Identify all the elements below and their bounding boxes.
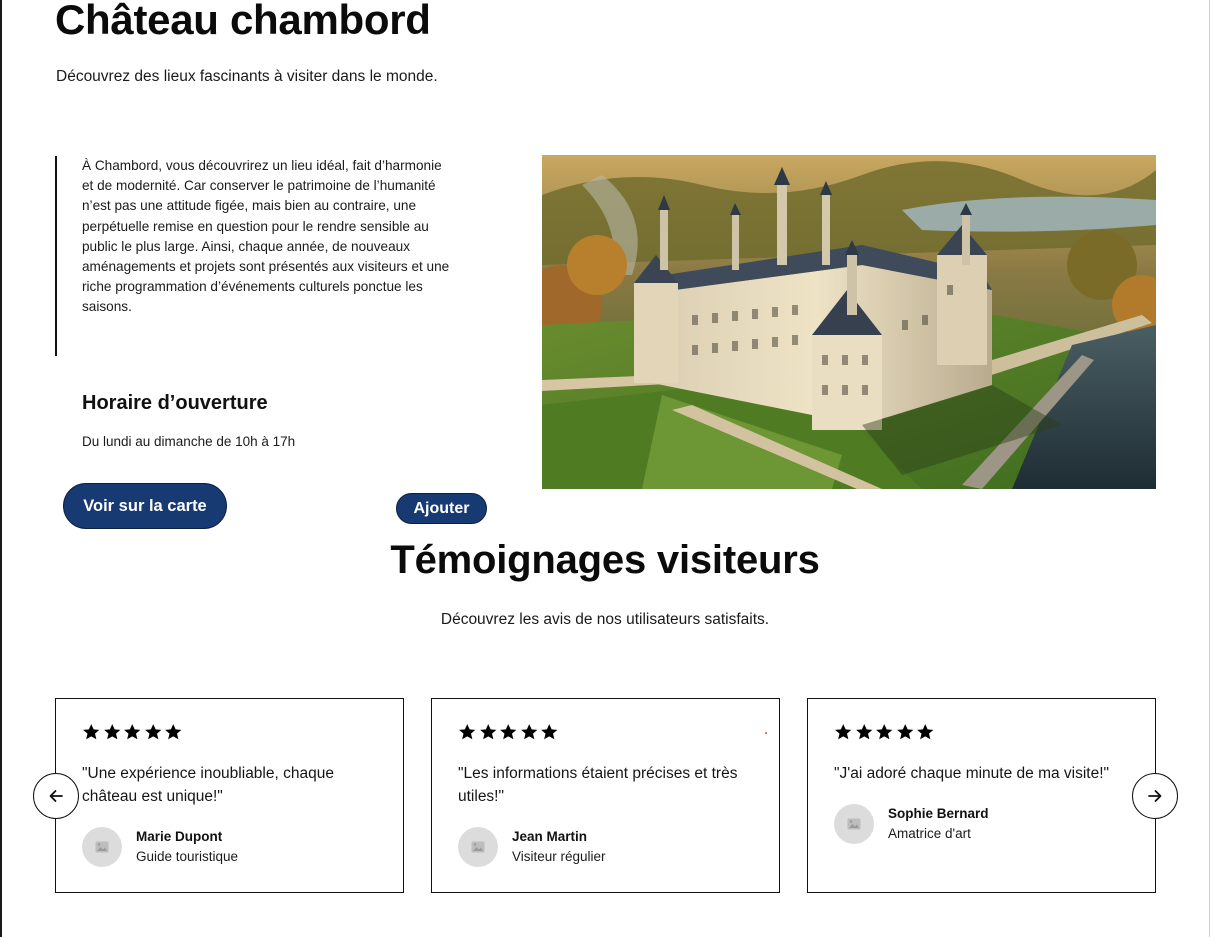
decorative-dot [765, 732, 767, 734]
testimonial-quote: "Une expérience inoubliable, chaque chât… [82, 765, 334, 805]
star-icon [165, 724, 182, 740]
star-icon [876, 724, 893, 740]
star-icon [917, 724, 934, 740]
author-role: Visiteur régulier [512, 849, 606, 864]
avatar [834, 804, 874, 844]
previous-testimonial-button[interactable] [33, 773, 79, 819]
chateau-aerial-photo [542, 155, 1156, 489]
author-name: Jean Martin [512, 829, 588, 844]
testimonial-author: Jean Martin Visiteur régulier [458, 827, 606, 867]
testimonial-quote: "J'ai adoré chaque minute de ma visite!" [834, 765, 1110, 782]
page-title: Château chambord [55, 0, 431, 43]
testimonial-quote: "Les informations étaient précises et tr… [458, 765, 738, 805]
author-name: Marie Dupont [136, 829, 223, 844]
testimonial-card: "J'ai adoré chaque minute de ma visite!"… [807, 698, 1156, 893]
star-icon [144, 724, 161, 740]
star-icon [103, 724, 120, 740]
testimonial-card: "Les informations étaient précises et tr… [431, 698, 780, 893]
opening-hours-title: Horaire d’ouverture [82, 392, 268, 414]
testimonial-author: Sophie Bernard Amatrice d'art [834, 804, 989, 844]
author-role: Guide touristique [136, 849, 239, 864]
testimonial-author: Marie Dupont Guide touristique [82, 827, 238, 867]
image-placeholder-icon [95, 841, 109, 853]
page-left-border [0, 0, 2, 937]
star-icon [124, 724, 141, 740]
image-placeholder-icon [471, 841, 485, 853]
chateau-description: À Chambord, vous découvrirez un lieu idé… [82, 158, 450, 315]
image-placeholder-icon [847, 818, 861, 830]
description-accent-bar [55, 156, 57, 356]
author-name: Sophie Bernard [888, 806, 989, 821]
star-icon [479, 724, 496, 740]
star-icon [520, 724, 537, 740]
chateau-image [542, 155, 1156, 489]
next-testimonial-button[interactable] [1132, 773, 1178, 819]
page-subtitle: Découvrez des lieux fascinants à visiter… [56, 68, 438, 85]
star-icon [500, 724, 517, 740]
star-icon [459, 724, 476, 740]
rating-stars [82, 723, 183, 741]
star-icon [541, 724, 558, 740]
testimonials-title: Témoignages visiteurs [390, 538, 820, 582]
rating-stars [834, 723, 935, 741]
avatar [458, 827, 498, 867]
star-icon [83, 724, 100, 740]
rating-stars [458, 723, 559, 741]
arrow-left-icon [49, 790, 63, 802]
add-button[interactable]: Ajouter [396, 493, 487, 524]
arrow-right-icon [1148, 790, 1162, 802]
opening-hours-text: Du lundi au dimanche de 10h à 17h [82, 434, 296, 449]
author-role: Amatrice d'art [888, 826, 971, 841]
avatar [82, 827, 122, 867]
star-icon [855, 724, 872, 740]
view-on-map-button[interactable]: Voir sur la carte [63, 483, 227, 529]
star-icon [835, 724, 852, 740]
testimonials-subtitle: Découvrez les avis de nos utilisateurs s… [440, 611, 770, 628]
testimonial-card: "Une expérience inoubliable, chaque chât… [55, 698, 404, 893]
star-icon [896, 724, 913, 740]
